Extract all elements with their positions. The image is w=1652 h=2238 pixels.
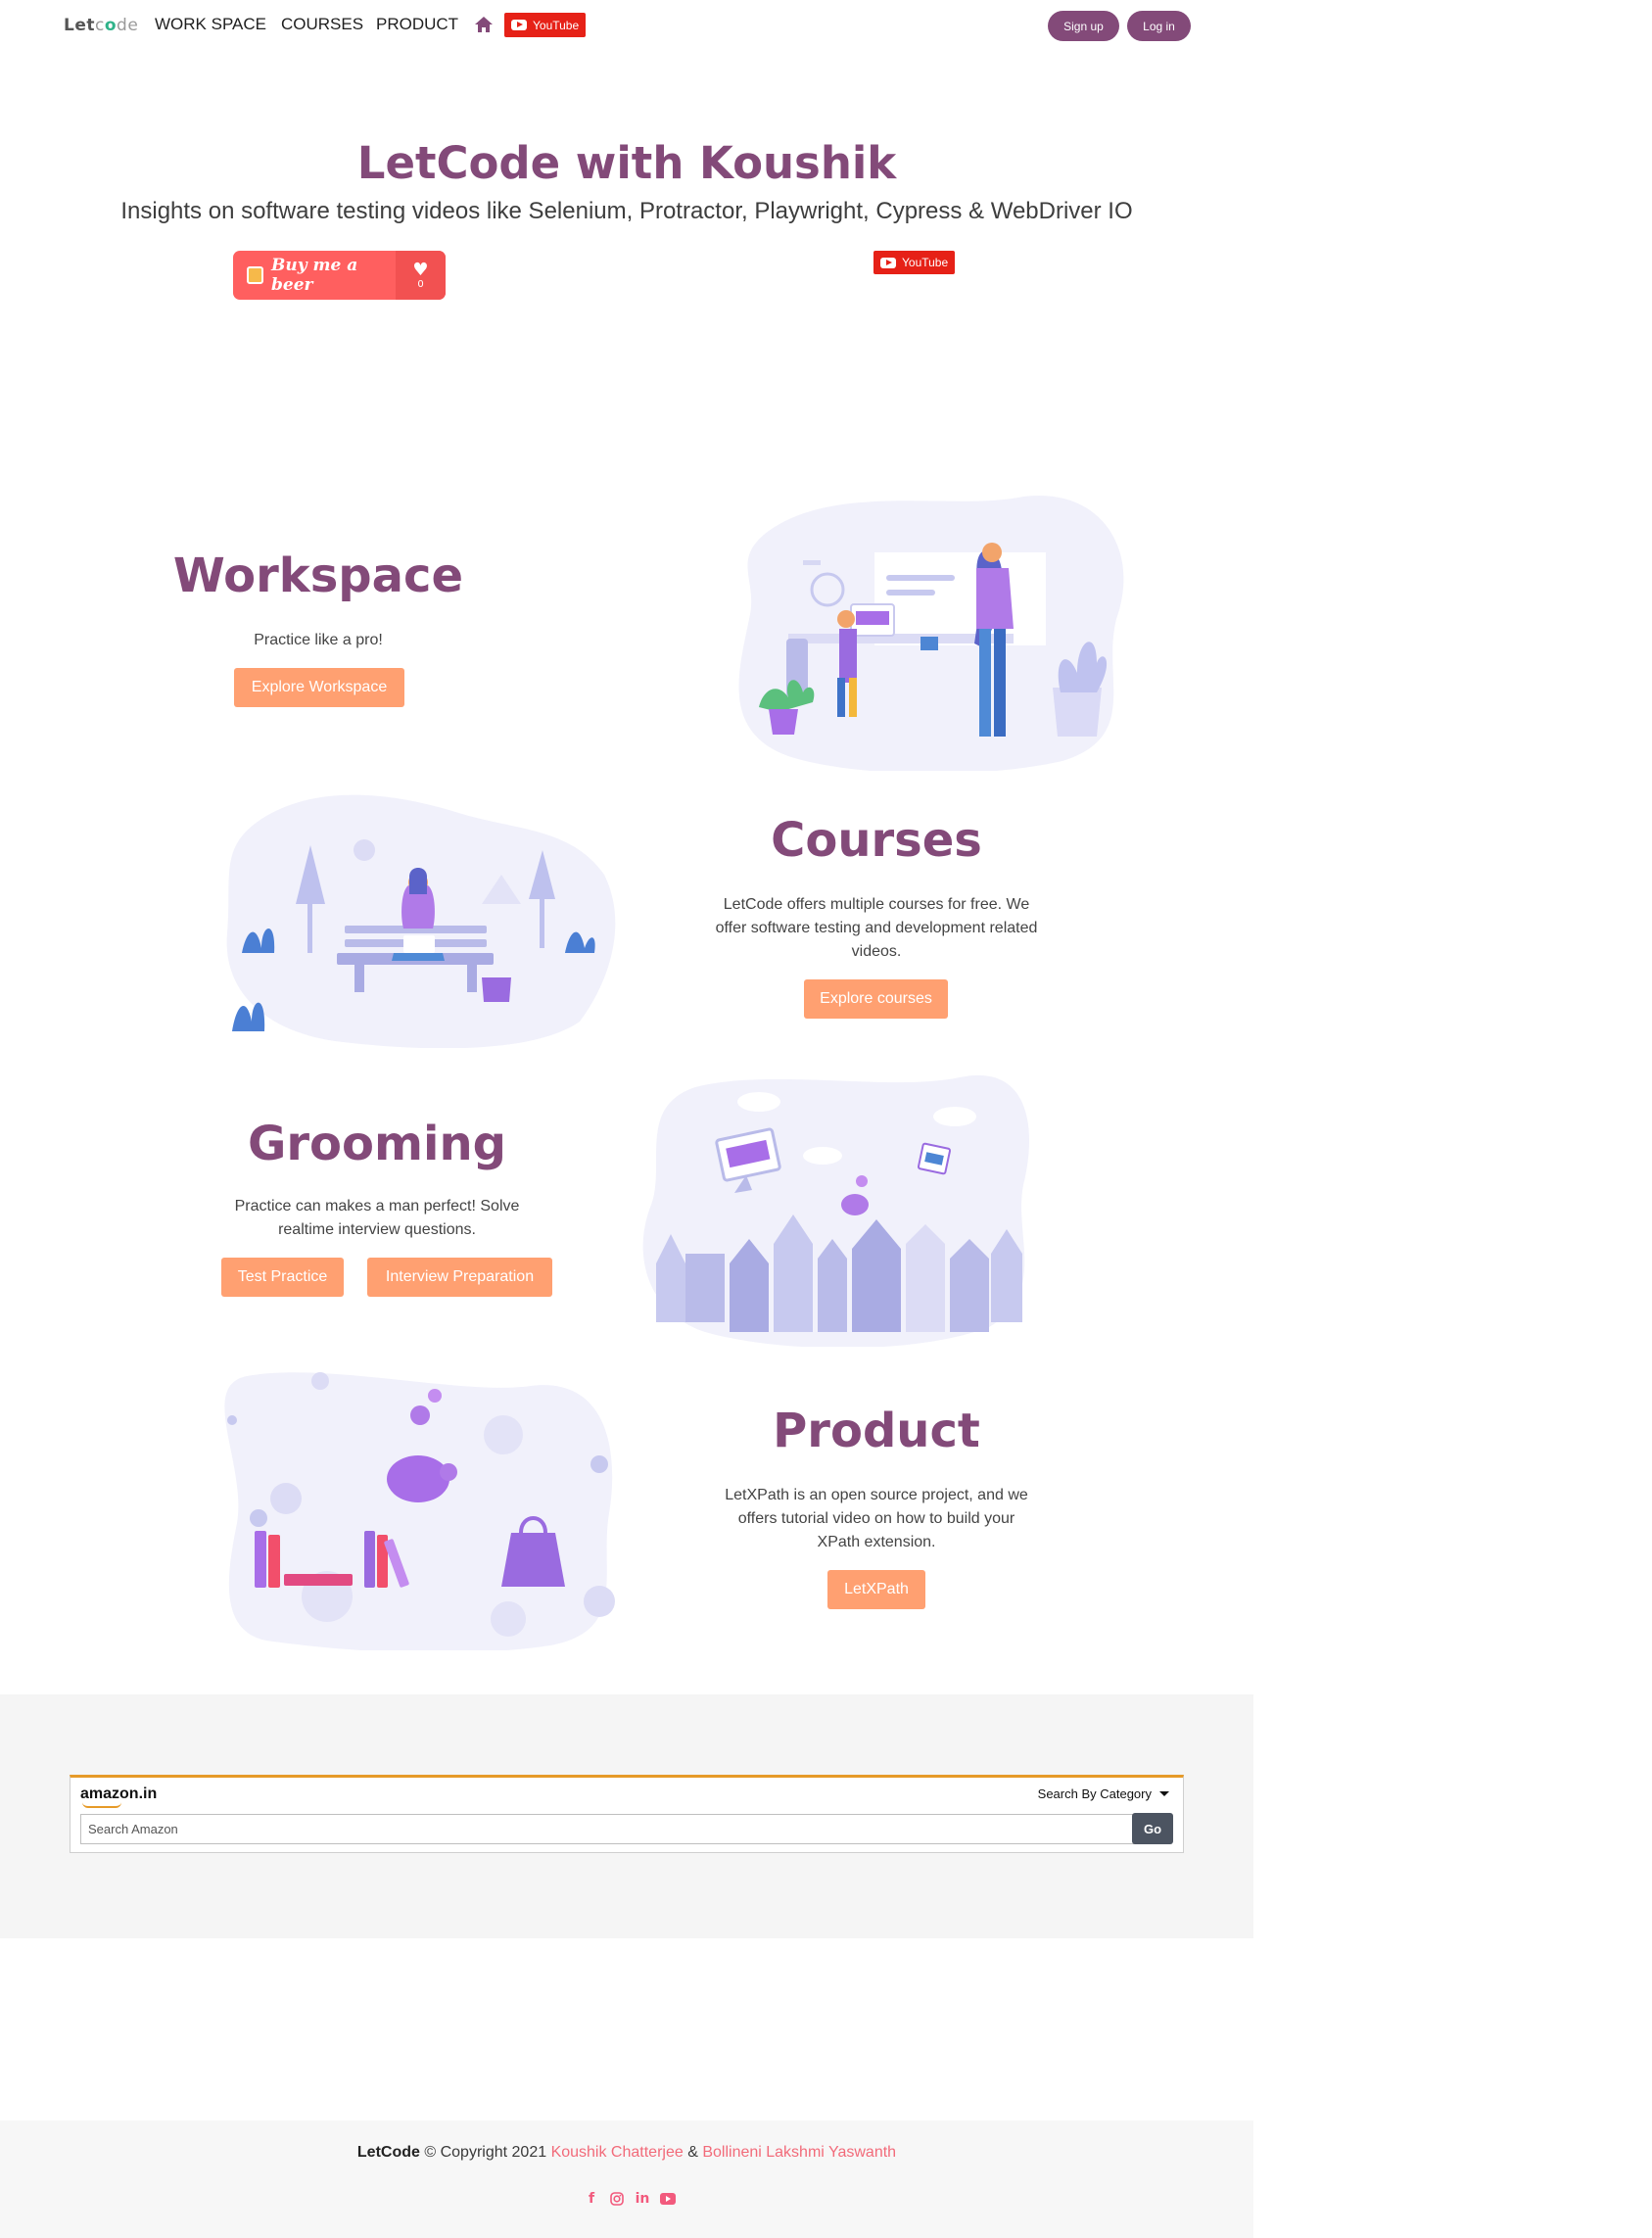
nav-youtube-label: YouTube — [533, 18, 580, 32]
footer-copyright: LetCode © Copyright 2021 Koushik Chatter… — [0, 2144, 1253, 2162]
hero-youtube-button[interactable]: YouTube — [873, 251, 956, 274]
letxpath-button[interactable]: LetXPath — [827, 1570, 925, 1609]
navbar: Letcode WORK SPACE COURSES PRODUCT YouTu… — [0, 0, 1253, 51]
nav-product-link[interactable]: PRODUCT — [376, 15, 458, 34]
youtube-play-icon — [511, 20, 527, 30]
author-bollineni-link[interactable]: Bollineni Lakshmi Yaswanth — [702, 2144, 896, 2161]
footer-copyright-text: © Copyright 2021 — [424, 2144, 547, 2161]
product-text: LetXPath is an open source project, and … — [725, 1487, 1028, 1550]
amazon-search-input[interactable]: Search Amazon — [80, 1814, 1138, 1844]
beer-mug-icon — [247, 266, 264, 284]
nav-courses-link[interactable]: COURSES — [281, 15, 363, 34]
linkedin-icon[interactable]: in — [635, 2191, 650, 2207]
courses-title: Courses — [771, 813, 982, 868]
home-icon[interactable] — [474, 16, 494, 33]
signup-button[interactable]: Sign up — [1048, 11, 1119, 41]
youtube-play-icon — [880, 257, 896, 268]
caret-down-icon — [1159, 1791, 1169, 1796]
heart-icon: ♥ — [412, 259, 429, 280]
logo-o: o — [104, 16, 118, 35]
courses-illustration — [226, 794, 616, 1048]
logo-c: c — [95, 16, 105, 35]
bmc-like[interactable]: ♥ 0 — [396, 251, 446, 300]
hero-youtube-label: YouTube — [902, 256, 949, 269]
footer-ampersand: & — [687, 2144, 698, 2161]
instagram-icon[interactable] — [609, 2191, 625, 2207]
footer — [0, 2120, 1253, 2238]
logo-let: Let — [64, 16, 95, 35]
explore-workspace-button[interactable]: Explore Workspace — [234, 668, 404, 707]
courses-text: LetCode offers multiple courses for free… — [715, 896, 1038, 960]
product-illustration — [224, 1372, 615, 1650]
amazon-category-dropdown[interactable]: Search By Category — [1038, 1786, 1169, 1801]
facebook-icon[interactable]: f — [584, 2191, 599, 2207]
product-title: Product — [773, 1404, 980, 1458]
amazon-logo-text: amazon.in — [80, 1786, 158, 1802]
social-links: f in — [584, 2191, 676, 2207]
letcode-logo[interactable]: Letcode — [64, 16, 138, 35]
grooming-illustration — [642, 1075, 1030, 1347]
amazon-go-button[interactable]: Go — [1132, 1813, 1173, 1844]
author-koushik-link[interactable]: Koushik Chatterjee — [551, 2144, 684, 2161]
amazon-logo: amazon.in — [80, 1786, 158, 1808]
amazon-search-widget: amazon.in Search By Category Search Amaz… — [70, 1775, 1184, 1853]
workspace-illustration — [738, 495, 1124, 771]
grooming-title: Grooming — [247, 1117, 507, 1171]
bmc-label: Buy me a beer — [271, 256, 358, 295]
amazon-smile-icon — [82, 1802, 121, 1808]
nav-workspace-link[interactable]: WORK SPACE — [155, 15, 266, 34]
login-button[interactable]: Log in — [1127, 11, 1191, 41]
hero-title: LetCode with Koushik — [356, 137, 897, 189]
buy-me-a-beer-button[interactable]: Buy me a beer ♥ 0 — [233, 251, 446, 300]
nav-youtube-button[interactable]: YouTube — [504, 13, 587, 37]
workspace-title: Workspace — [172, 548, 464, 603]
grooming-text: Practice can makes a man perfect! Solve … — [234, 1198, 520, 1238]
youtube-icon[interactable] — [660, 2191, 676, 2207]
hero-subtitle: Insights on software testing videos like… — [120, 198, 1133, 224]
amazon-category-label: Search By Category — [1037, 1786, 1152, 1801]
workspace-text: Practice like a pro! — [254, 632, 383, 648]
footer-brand: LetCode — [356, 2144, 420, 2161]
bmc-count: 0 — [417, 278, 424, 290]
interview-preparation-button[interactable]: Interview Preparation — [367, 1258, 552, 1297]
test-practice-button[interactable]: Test Practice — [221, 1258, 344, 1297]
logo-de: de — [117, 16, 139, 35]
explore-courses-button[interactable]: Explore courses — [804, 979, 948, 1019]
